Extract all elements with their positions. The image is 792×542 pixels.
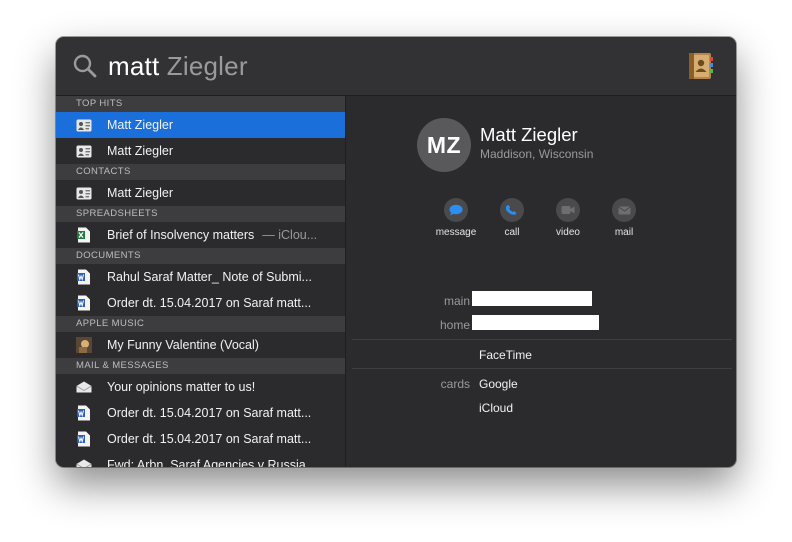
section-header-mail-messages: MAIL & MESSAGES — [56, 358, 345, 374]
word-file-icon — [76, 405, 92, 421]
mail-envelope-icon — [617, 205, 631, 214]
contact-preview: MZ Matt Ziegler Maddison, Wisconsin mess… — [346, 96, 736, 467]
result-row-document-1[interactable]: Rahul Saraf Matter_ Note of Submi... — [56, 264, 345, 290]
result-row-mail-1[interactable]: Your opinions matter to us! — [56, 374, 345, 400]
result-label: Fwd: Arbn. Saraf Agencies v Russia... — [107, 458, 317, 467]
spotlight-window: matt Ziegler TOP HITS Matt Ziegler Matt … — [56, 37, 736, 467]
main-phone-label: main — [443, 294, 470, 308]
result-label: Order dt. 15.04.2017 on Saraf matt... — [107, 406, 312, 420]
contact-card-icon — [76, 143, 92, 159]
contact-location: Maddison, Wisconsin — [480, 147, 594, 161]
word-file-icon — [76, 295, 92, 311]
result-row-music[interactable]: My Funny Valentine (Vocal) — [56, 332, 345, 358]
result-row-top-hit-2[interactable]: Matt Ziegler — [56, 138, 345, 164]
mail-button[interactable] — [612, 198, 636, 222]
phone-icon — [506, 204, 517, 215]
contact-actions: message call video mail — [346, 198, 736, 238]
search-icon — [73, 54, 97, 78]
message-bubble-icon — [449, 204, 463, 216]
video-label: video — [556, 227, 580, 238]
facetime-link[interactable]: FaceTime — [479, 348, 532, 362]
result-row-mail-3[interactable]: Order dt. 15.04.2017 on Saraf matt... — [56, 426, 345, 452]
result-row-contact[interactable]: Matt Ziegler — [56, 180, 345, 206]
result-label: Order dt. 15.04.2017 on Saraf matt... — [107, 432, 312, 446]
call-button[interactable] — [500, 198, 524, 222]
section-header-spreadsheets: SPREADSHEETS — [56, 206, 345, 222]
message-label: message — [435, 227, 477, 238]
result-label: Rahul Saraf Matter_ Note of Submi... — [107, 270, 312, 284]
video-camera-icon — [561, 206, 575, 214]
result-label: Brief of Insolvency matters — [107, 228, 255, 242]
envelope-icon — [76, 457, 92, 467]
result-label: Order dt. 15.04.2017 on Saraf matt... — [107, 296, 312, 310]
avatar: MZ — [417, 118, 471, 172]
result-label: Matt Ziegler — [107, 144, 173, 158]
word-file-icon — [76, 269, 92, 285]
results-list[interactable]: TOP HITS Matt Ziegler Matt Ziegler CONTA… — [56, 96, 346, 467]
video-button[interactable] — [556, 198, 580, 222]
home-phone-redacted[interactable] — [472, 315, 599, 330]
card-google[interactable]: Google — [479, 377, 518, 391]
search-bar[interactable]: matt Ziegler — [56, 37, 736, 96]
search-input[interactable]: matt Ziegler — [108, 50, 248, 82]
word-file-icon — [76, 431, 92, 447]
result-row-top-hit-1[interactable]: Matt Ziegler — [56, 112, 345, 138]
result-label: Matt Ziegler — [107, 118, 173, 132]
home-phone-label: home — [439, 318, 470, 332]
result-label: Your opinions matter to us! — [107, 380, 256, 394]
call-action[interactable]: call — [482, 198, 542, 238]
message-button[interactable] — [444, 198, 468, 222]
contact-card-icon — [76, 117, 92, 133]
search-completion: Ziegler — [159, 51, 248, 81]
contact-name: Matt Ziegler — [480, 124, 578, 145]
section-header-top-hits: TOP HITS — [56, 96, 345, 112]
section-header-contacts: CONTACTS — [56, 164, 345, 180]
video-action[interactable]: video — [538, 198, 598, 238]
divider — [352, 339, 732, 340]
mail-label: mail — [614, 227, 634, 238]
cards-label: cards — [440, 377, 470, 391]
result-row-spreadsheet[interactable]: Brief of Insolvency matters — iClou... — [56, 222, 345, 248]
result-location: — iClou... — [262, 228, 318, 242]
mail-action[interactable]: mail — [594, 198, 654, 238]
search-query: matt — [108, 51, 160, 81]
card-icloud[interactable]: iCloud — [479, 401, 513, 415]
result-label: My Funny Valentine (Vocal) — [107, 338, 259, 352]
divider — [352, 368, 732, 369]
contact-card-icon — [76, 185, 92, 201]
result-row-mail-2[interactable]: Order dt. 15.04.2017 on Saraf matt... — [56, 400, 345, 426]
contacts-app-icon[interactable] — [686, 51, 714, 81]
result-row-mail-4[interactable]: Fwd: Arbn. Saraf Agencies v Russia... — [56, 452, 345, 467]
result-label: Matt Ziegler — [107, 186, 173, 200]
main-phone-redacted[interactable] — [472, 291, 592, 306]
result-row-document-2[interactable]: Order dt. 15.04.2017 on Saraf matt... — [56, 290, 345, 316]
excel-file-icon — [76, 227, 92, 243]
message-action[interactable]: message — [426, 198, 486, 238]
envelope-icon — [76, 379, 92, 395]
call-label: call — [504, 227, 520, 238]
section-header-apple-music: APPLE MUSIC — [56, 316, 345, 332]
section-header-documents: DOCUMENTS — [56, 248, 345, 264]
album-art-icon — [76, 337, 92, 353]
